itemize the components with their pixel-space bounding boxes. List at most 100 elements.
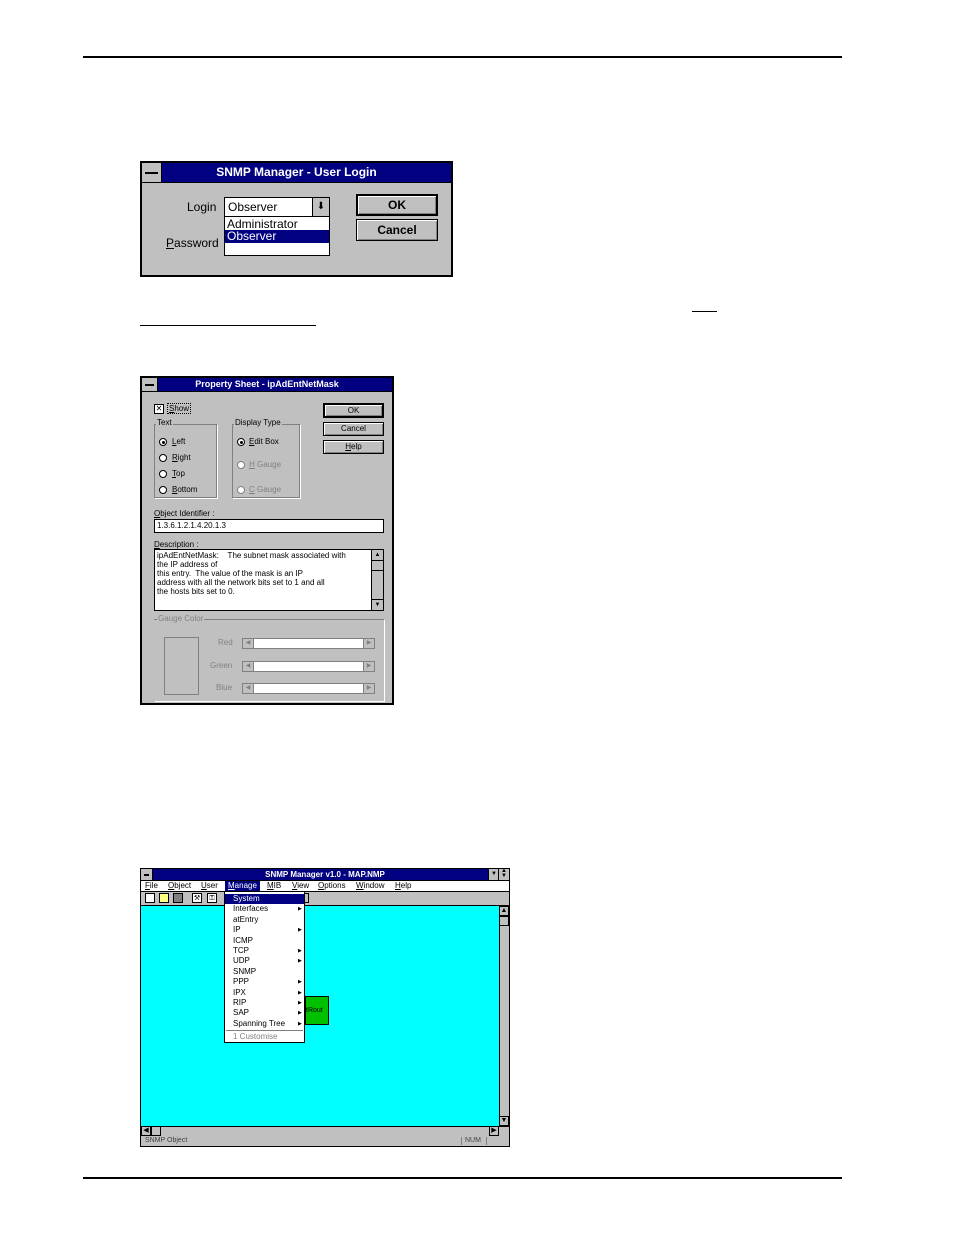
submenu-arrow-icon: ▶ [298, 1000, 302, 1006]
text-bottom-radio[interactable] [159, 486, 167, 494]
vertical-scrollbar[interactable]: ▲ ▼ [499, 906, 509, 1126]
description-line: the hosts bits set to 0. [157, 587, 235, 596]
slider-right-arrow-icon[interactable]: ▶ [363, 639, 374, 648]
tool-icon[interactable]: ⚒ [192, 893, 202, 903]
text-top-radio[interactable] [159, 470, 167, 478]
open-folder-icon[interactable] [159, 893, 169, 903]
scroll-right-arrow-icon[interactable]: ▶ [489, 1126, 499, 1136]
display-hgauge-radio[interactable] [237, 461, 245, 469]
blue-label: Blue [216, 683, 233, 692]
menu-file[interactable]: File [145, 881, 158, 891]
display-cgauge-radio[interactable] [237, 486, 245, 494]
menu-user[interactable]: User [201, 881, 218, 891]
map-workspace[interactable]: tRout [141, 906, 499, 1126]
description-label: Description : [154, 540, 199, 549]
password-label: Password [166, 236, 219, 250]
text-left-label: Left [172, 437, 186, 446]
description-line: the IP address of [157, 560, 218, 569]
oid-field[interactable]: 1.3.6.1.2.1.4.20.1.3 [154, 519, 384, 533]
text-left-radio[interactable] [159, 438, 167, 446]
text-group-label: Text [156, 418, 173, 427]
login-option-observer[interactable]: Observer [225, 230, 329, 243]
manage-item-system[interactable]: System [225, 894, 304, 905]
cancel-button[interactable]: Cancel [323, 422, 384, 436]
key-icon[interactable]: ⚿ [207, 893, 217, 903]
scroll-thumb[interactable] [499, 916, 509, 926]
menu-manage[interactable]: Manage [225, 881, 260, 891]
login-dialog: SNMP Manager - User Login Login Password… [140, 161, 453, 277]
description-line: ipAdEntNetMask: The subnet mask associat… [157, 551, 346, 560]
slider-right-arrow-icon[interactable]: ▶ [363, 662, 374, 671]
scroll-up-arrow-icon[interactable]: ▲ [499, 906, 509, 916]
manage-item-ipx[interactable]: IPX [233, 988, 246, 998]
description-line: address with all the network bits set to… [157, 578, 325, 587]
manage-item-spanning-tree[interactable]: Spanning Tree [233, 1019, 285, 1029]
system-menu-icon[interactable] [142, 378, 158, 391]
submenu-arrow-icon: ▶ [298, 906, 302, 913]
green-slider[interactable]: ◀ ▶ [242, 661, 375, 672]
red-label: Red [218, 638, 233, 647]
dropdown-arrow-icon[interactable]: ⬇ [312, 198, 329, 216]
slider-left-arrow-icon[interactable]: ◀ [243, 662, 254, 671]
maximize-button[interactable]: ▲ ▼ [498, 868, 509, 880]
login-select[interactable]: Observer ⬇ [224, 197, 330, 217]
system-menu-icon[interactable] [141, 869, 153, 880]
manage-item-atentry[interactable]: atEntry [233, 915, 258, 925]
system-menu-icon[interactable] [142, 163, 162, 182]
show-checkbox[interactable]: ✕ [154, 404, 164, 414]
login-select-value: Observer [228, 200, 278, 214]
horizontal-scrollbar[interactable]: ◀ ▶ [141, 1126, 509, 1136]
red-slider[interactable]: ◀ ▶ [242, 638, 375, 649]
scroll-down-arrow-icon[interactable]: ▼ [499, 1116, 509, 1126]
manage-item-interfaces[interactable]: Interfaces [233, 904, 268, 914]
ok-button[interactable]: OK [356, 194, 438, 216]
description-scrollbar[interactable]: ▲ ▼ [371, 550, 383, 610]
manage-item-rip[interactable]: RIP [233, 998, 246, 1008]
status-num: NUM [465, 1137, 481, 1144]
login-options-list: Administrator Observer [224, 216, 330, 256]
manage-item-ip[interactable]: IP [233, 925, 241, 935]
manage-item-customise[interactable]: 1 Customise [233, 1032, 277, 1042]
manage-item-icmp[interactable]: ICMP [233, 936, 253, 946]
scroll-left-arrow-icon[interactable]: ◀ [141, 1126, 151, 1136]
menu-options[interactable]: Options [318, 881, 346, 891]
menu-window[interactable]: Window [356, 881, 384, 891]
manage-menu: System Interfaces ▶ atEntry IP ▶ ICMP TC… [224, 891, 305, 1043]
manage-item-udp[interactable]: UDP [233, 956, 250, 966]
menu-view[interactable]: View [292, 881, 309, 891]
display-editbox-radio[interactable] [237, 438, 245, 446]
status-text: SNMP Object [145, 1137, 188, 1144]
slider-left-arrow-icon[interactable]: ◀ [243, 684, 254, 693]
cancel-button[interactable]: Cancel [356, 219, 438, 241]
scroll-hthumb[interactable] [151, 1126, 161, 1136]
submenu-arrow-icon: ▶ [298, 1020, 302, 1027]
show-label: Show [167, 403, 192, 414]
ok-button[interactable]: OK [323, 403, 384, 418]
menu-object[interactable]: Object [168, 881, 191, 891]
main-titlebar: SNMP Manager v1.0 - MAP.NMP ▼ ▲ ▼ [141, 868, 509, 881]
main-title: SNMP Manager v1.0 - MAP.NMP [265, 870, 385, 879]
scroll-up-arrow-icon[interactable]: ▲ [372, 550, 383, 561]
slider-right-arrow-icon[interactable]: ▶ [363, 684, 374, 693]
network-node[interactable]: tRout [305, 996, 329, 1025]
description-textarea[interactable]: ipAdEntNetMask: The subnet mask associat… [154, 549, 384, 611]
blue-slider[interactable]: ◀ ▶ [242, 683, 375, 694]
menu-help[interactable]: Help [395, 881, 411, 891]
manage-item-sap[interactable]: SAP [233, 1008, 249, 1018]
menu-mib[interactable]: MIB [267, 881, 281, 891]
new-file-icon[interactable] [145, 893, 155, 903]
status-divider [486, 1137, 487, 1145]
help-button[interactable]: Help [323, 440, 384, 454]
manage-item-snmp[interactable]: SNMP [233, 967, 256, 977]
text-right-radio[interactable] [159, 454, 167, 462]
slider-left-arrow-icon[interactable]: ◀ [243, 639, 254, 648]
scroll-thumb[interactable] [372, 561, 383, 571]
property-sheet-dialog: Property Sheet - ipAdEntNetMask ✕ Show O… [140, 376, 394, 705]
submenu-arrow-icon: ▶ [298, 989, 302, 996]
manage-item-tcp[interactable]: TCP [233, 946, 249, 956]
save-disk-icon[interactable] [173, 893, 183, 903]
submenu-arrow-icon: ▶ [298, 927, 302, 934]
scroll-down-arrow-icon[interactable]: ▼ [372, 599, 383, 610]
manage-item-ppp[interactable]: PPP [233, 977, 249, 987]
login-titlebar: SNMP Manager - User Login [142, 163, 451, 183]
